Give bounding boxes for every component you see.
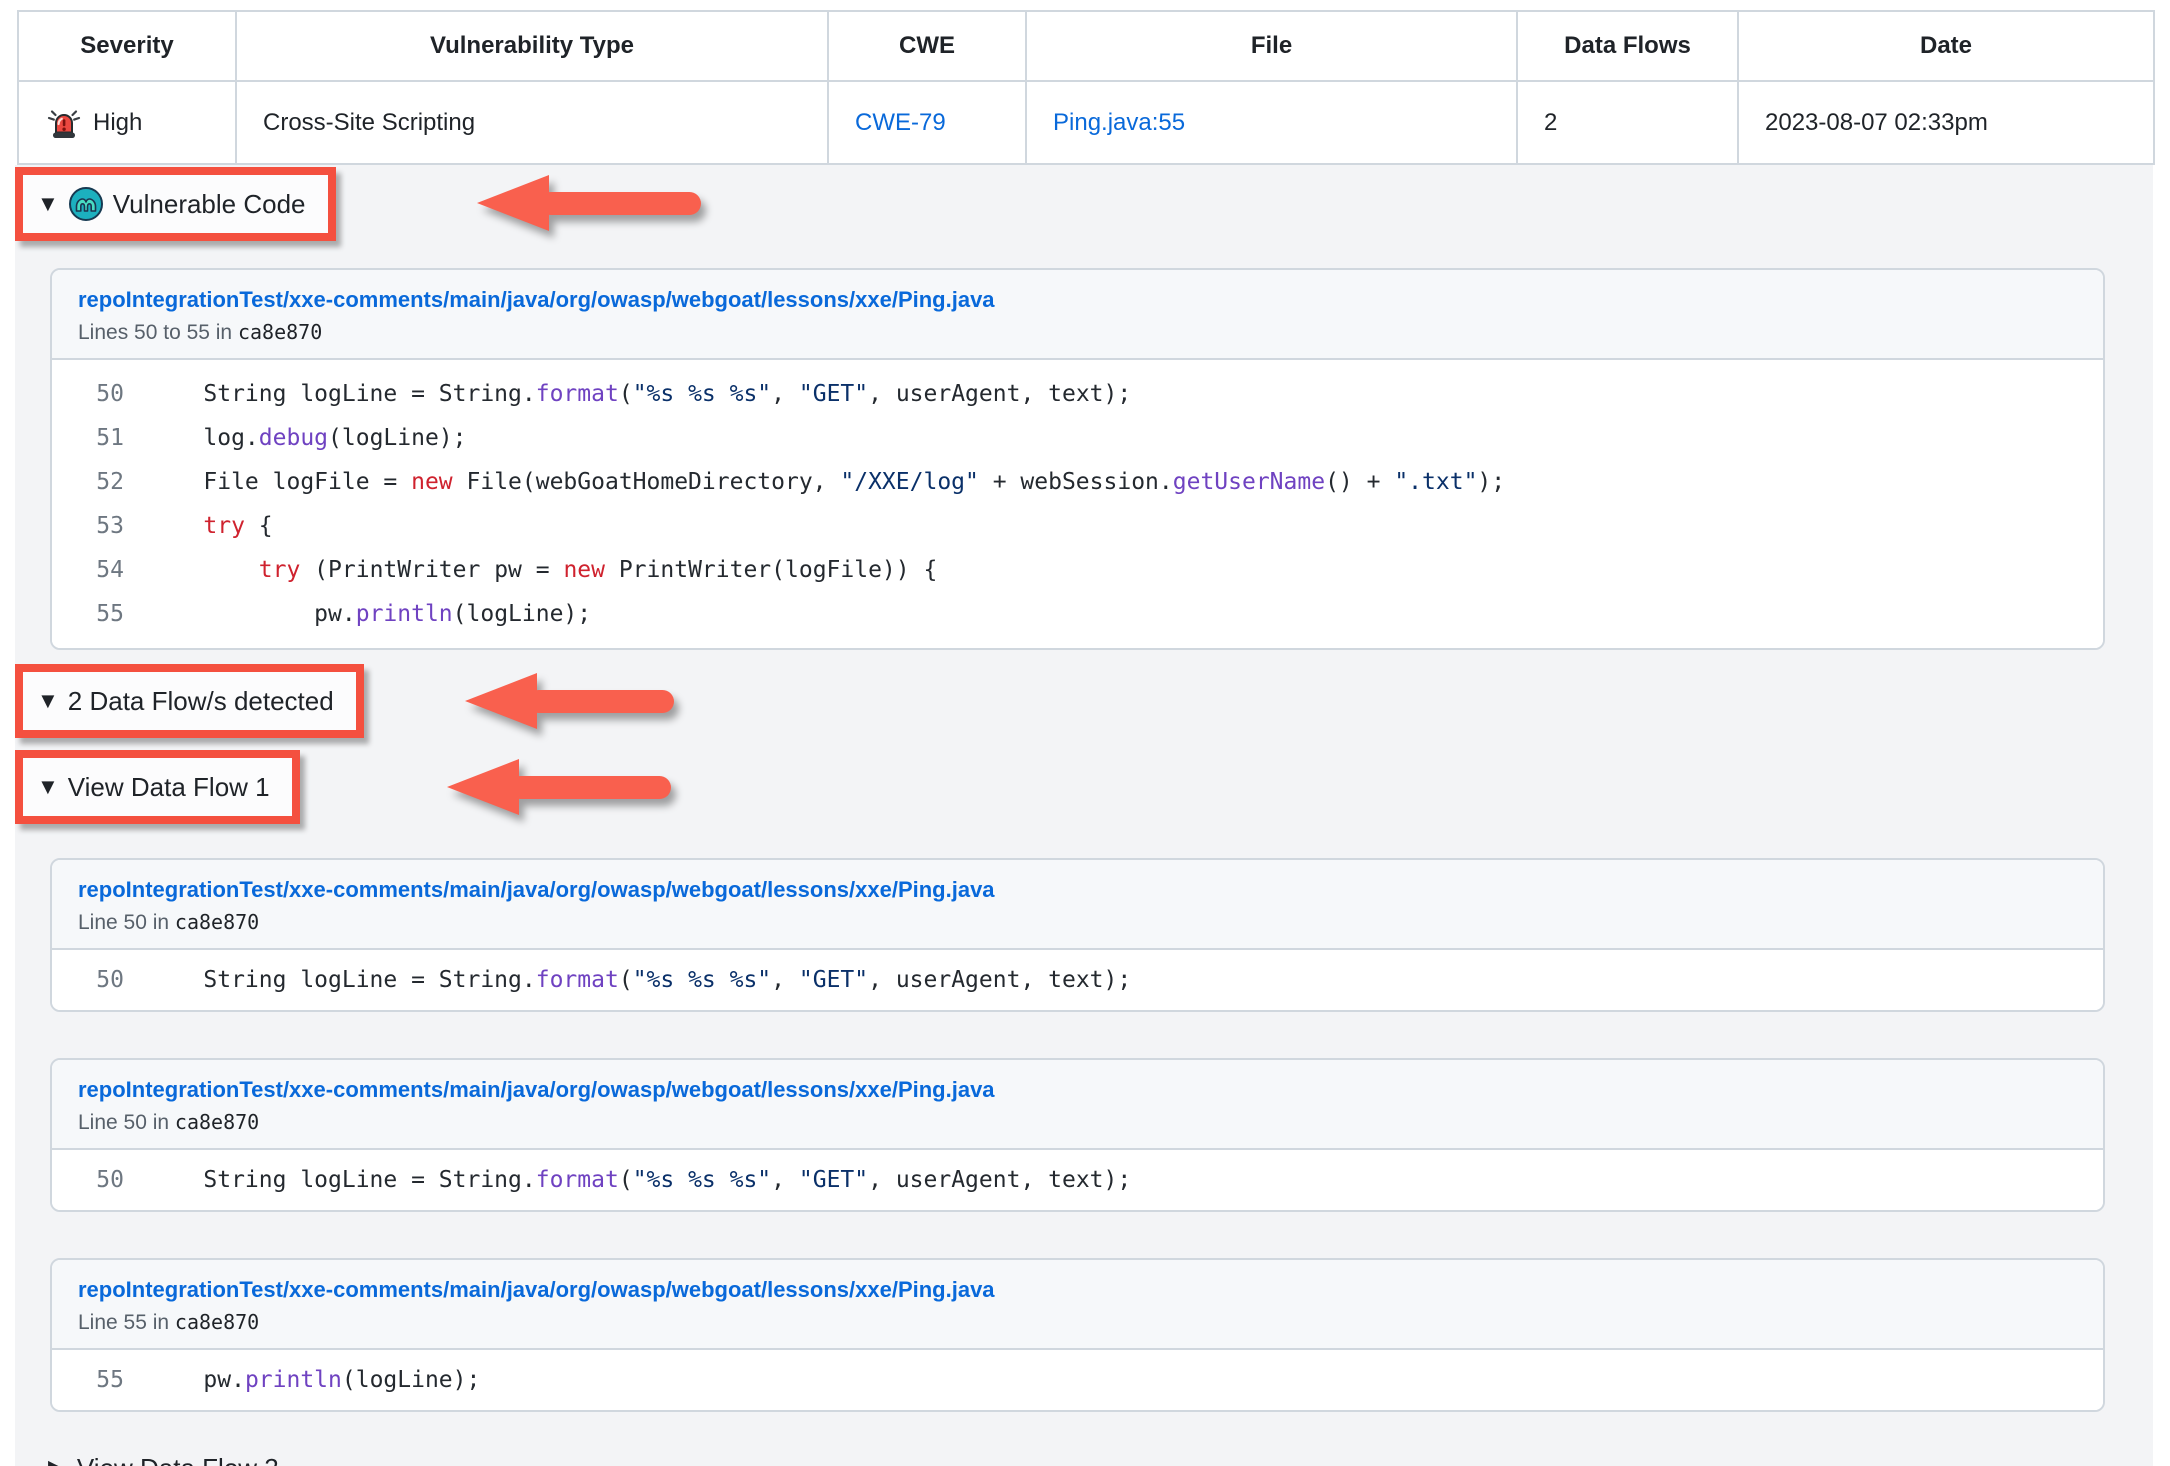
table-header-row: Severity Vulnerability Type CWE File Dat… — [18, 11, 2154, 81]
annotation-box-view-data-flow-1: ▼ View Data Flow 1 — [15, 750, 300, 824]
caret-down-icon[interactable]: ▼ — [37, 193, 59, 215]
vulnerability-type-cell: Cross-Site Scripting — [236, 81, 828, 164]
code-line: 51 log.debug(logLine); — [52, 416, 2103, 460]
code-card-header: repoIntegrationTest/xxe-comments/main/ja… — [52, 1260, 2103, 1350]
data-flow-step-card: repoIntegrationTest/xxe-comments/main/ja… — [50, 858, 2105, 1012]
code-line: 55 pw.println(logLine); — [52, 592, 2103, 636]
repo-file-path-link[interactable]: repoIntegrationTest/xxe-comments/main/ja… — [78, 287, 995, 313]
data-flows-summary-row: ▼ 2 Data Flow/s detected — [15, 664, 2153, 738]
data-flows-label[interactable]: 2 Data Flow/s detected — [68, 681, 334, 721]
code-line: 50 String logLine = String.format("%s %s… — [52, 1158, 2103, 1202]
line-info: Lines 50 to 55 in ca8e870 — [78, 320, 2077, 345]
code-line: 55 pw.println(logLine); — [52, 1358, 2103, 1402]
code-line: 52 File logFile = new File(webGoatHomeDi… — [52, 460, 2103, 504]
line-info: Line 50 in ca8e870 — [78, 910, 2077, 935]
view-data-flow-1-label[interactable]: View Data Flow 1 — [68, 767, 270, 807]
code-line: 54 try (PrintWriter pw = new PrintWriter… — [52, 548, 2103, 592]
data-flow-step-card: repoIntegrationTest/xxe-comments/main/ja… — [50, 1058, 2105, 1212]
col-header-cwe: CWE — [828, 11, 1026, 81]
rotating-light-icon — [45, 105, 83, 141]
line-number: 54 — [52, 548, 148, 592]
severity-value: High — [93, 109, 142, 137]
commit-hash: ca8e870 — [175, 910, 259, 934]
line-number: 55 — [52, 592, 148, 636]
line-number: 51 — [52, 416, 148, 460]
data-flows-cell: 2 — [1517, 81, 1738, 164]
code-card-header: repoIntegrationTest/xxe-comments/main/ja… — [52, 270, 2103, 360]
line-number: 53 — [52, 504, 148, 548]
annotation-arrow-icon — [465, 671, 680, 731]
code-text: pw.println(logLine); — [148, 592, 591, 636]
line-number: 50 — [52, 372, 148, 416]
view-data-flow-2-summary-row: ▶ View Data Flow 2 — [15, 1448, 2153, 1466]
annotation-arrow-icon — [447, 757, 677, 817]
repo-file-path-link[interactable]: repoIntegrationTest/xxe-comments/main/ja… — [78, 1277, 995, 1303]
code-snippet: 55 pw.println(logLine); — [52, 1350, 2103, 1410]
date-cell: 2023-08-07 02:33pm — [1738, 81, 2154, 164]
code-text: String logLine = String.format("%s %s %s… — [148, 958, 1131, 1002]
mobb-logo-icon — [68, 186, 104, 222]
severity-cell: High — [45, 105, 209, 141]
code-snippet: 50 String logLine = String.format("%s %s… — [52, 1150, 2103, 1210]
code-text: File logFile = new File(webGoatHomeDirec… — [148, 460, 1505, 504]
col-header-date: Date — [1738, 11, 2154, 81]
code-text: try (PrintWriter pw = new PrintWriter(lo… — [148, 548, 937, 592]
vulnerable-code-card: repoIntegrationTest/xxe-comments/main/ja… — [50, 268, 2105, 650]
caret-down-icon[interactable]: ▼ — [37, 690, 59, 712]
line-number: 55 — [52, 1358, 148, 1402]
caret-down-icon[interactable]: ▼ — [37, 776, 59, 798]
code-text: try { — [148, 504, 273, 548]
line-number: 50 — [52, 1158, 148, 1202]
annotation-box-vulnerable-code: ▼ Vulnerable Code — [15, 167, 336, 241]
commit-hash: ca8e870 — [175, 1110, 259, 1134]
code-snippet: 50 String logLine = String.format("%s %s… — [52, 360, 2103, 648]
line-number: 50 — [52, 958, 148, 1002]
data-flow-step-card: repoIntegrationTest/xxe-comments/main/ja… — [50, 1258, 2105, 1412]
table-row: High Cross-Site Scripting CWE-79 Ping.ja… — [18, 81, 2154, 164]
code-line: 50 String logLine = String.format("%s %s… — [52, 958, 2103, 1002]
commit-hash: ca8e870 — [238, 320, 322, 344]
line-number: 52 — [52, 460, 148, 504]
view-data-flow-1-summary-row: ▼ View Data Flow 1 — [15, 750, 2153, 824]
col-header-file: File — [1026, 11, 1517, 81]
cwe-link[interactable]: CWE-79 — [855, 109, 946, 136]
col-header-severity: Severity — [18, 11, 236, 81]
view-data-flow-2-label[interactable]: View Data Flow 2 — [77, 1448, 279, 1466]
caret-right-icon[interactable]: ▶ — [48, 1457, 65, 1466]
vulnerable-code-label[interactable]: Vulnerable Code — [113, 184, 306, 224]
vulnerable-code-summary-row: ▼ Vulnerable Code — [15, 165, 2153, 241]
code-snippet: 50 String logLine = String.format("%s %s… — [52, 950, 2103, 1010]
file-link[interactable]: Ping.java:55 — [1053, 109, 1185, 136]
code-line: 50 String logLine = String.format("%s %s… — [52, 372, 2103, 416]
annotation-arrow-icon — [477, 173, 707, 233]
line-info: Line 50 in ca8e870 — [78, 1110, 2077, 1135]
commit-hash: ca8e870 — [175, 1310, 259, 1334]
repo-file-path-link[interactable]: repoIntegrationTest/xxe-comments/main/ja… — [78, 1077, 995, 1103]
code-line: 53 try { — [52, 504, 2103, 548]
code-text: pw.println(logLine); — [148, 1358, 480, 1402]
vulnerability-report-table: Severity Vulnerability Type CWE File Dat… — [17, 10, 2155, 165]
col-header-data-flows: Data Flows — [1517, 11, 1738, 81]
col-header-vulnerability-type: Vulnerability Type — [236, 11, 828, 81]
repo-file-path-link[interactable]: repoIntegrationTest/xxe-comments/main/ja… — [78, 877, 995, 903]
code-card-header: repoIntegrationTest/xxe-comments/main/ja… — [52, 1060, 2103, 1150]
code-card-header: repoIntegrationTest/xxe-comments/main/ja… — [52, 860, 2103, 950]
code-text: log.debug(logLine); — [148, 416, 467, 460]
code-text: String logLine = String.format("%s %s %s… — [148, 1158, 1131, 1202]
code-text: String logLine = String.format("%s %s %s… — [148, 372, 1131, 416]
report-body-panel: ▼ Vulnerable Code repoIntegrationTest/xx… — [15, 165, 2153, 1466]
annotation-box-data-flows: ▼ 2 Data Flow/s detected — [15, 664, 364, 738]
line-info: Line 55 in ca8e870 — [78, 1310, 2077, 1335]
